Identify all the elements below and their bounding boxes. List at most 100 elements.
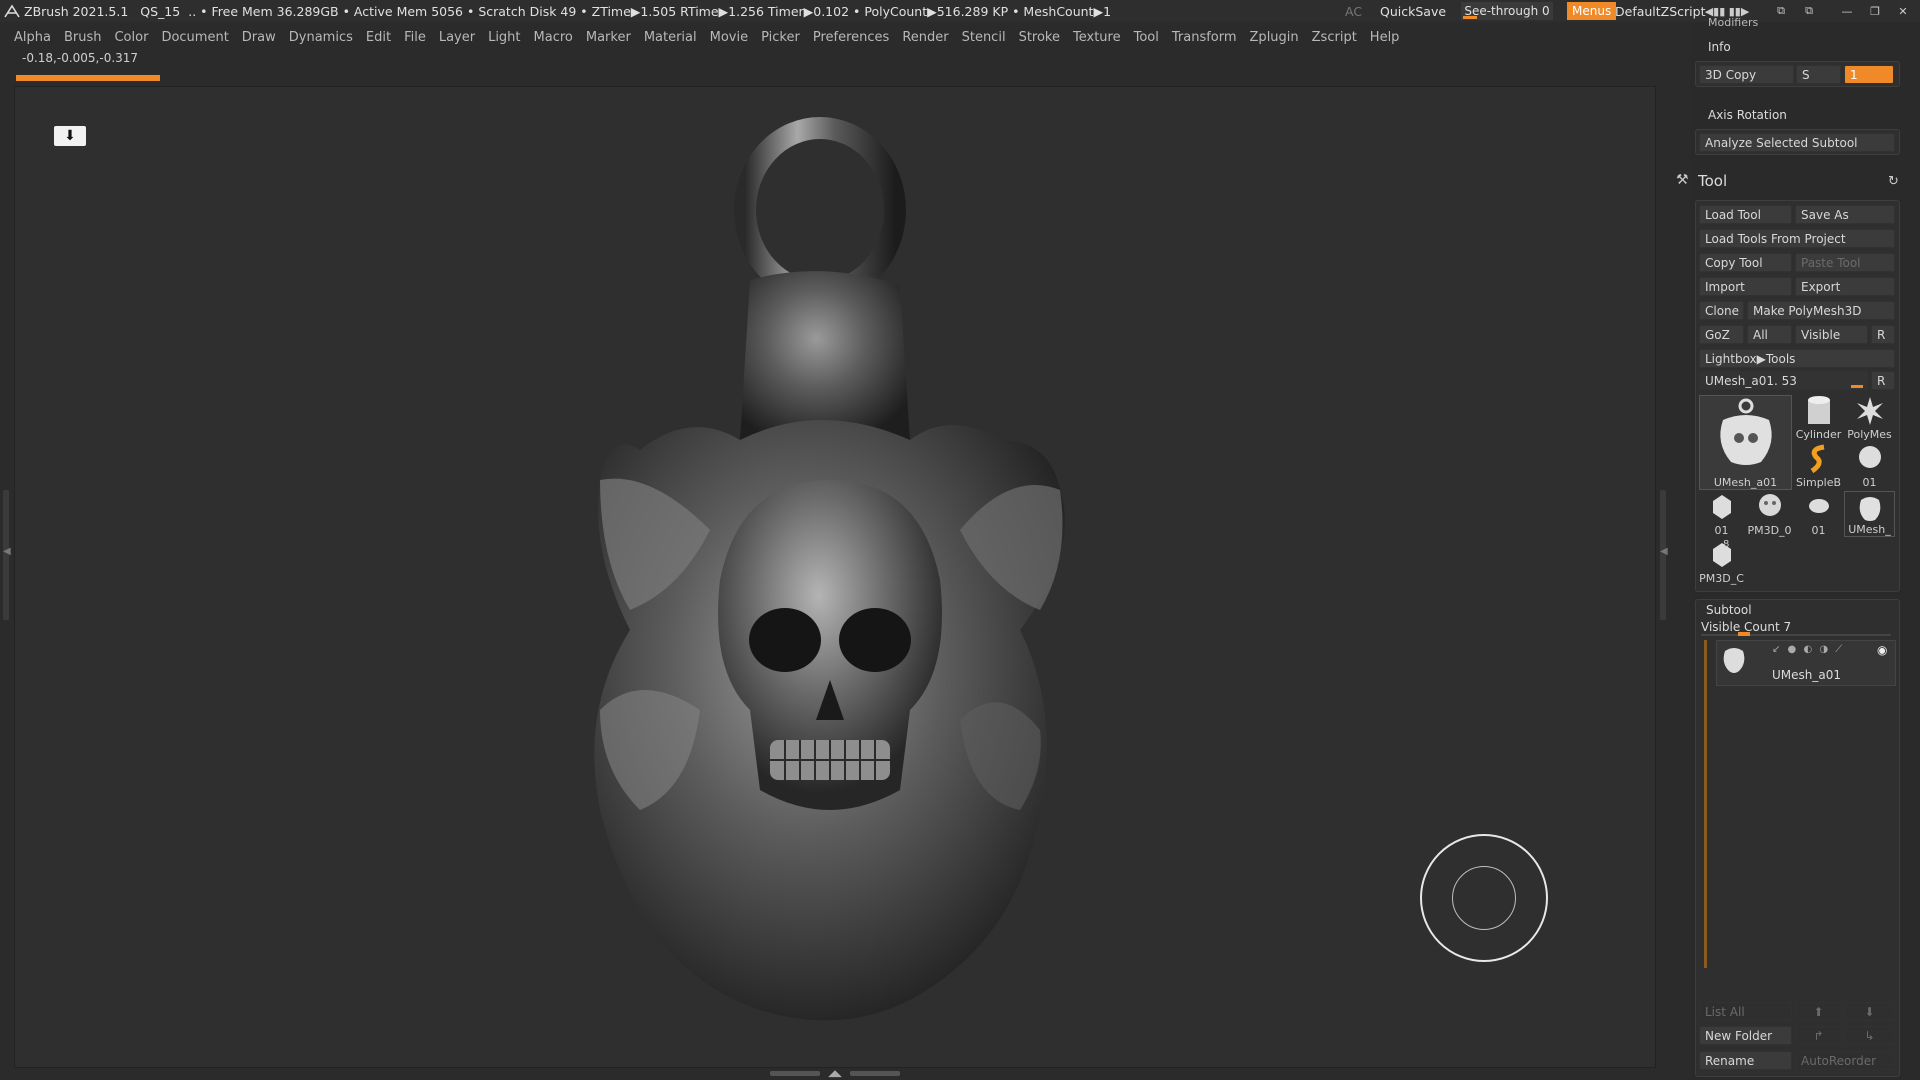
menu-edit[interactable]: Edit [366, 30, 391, 45]
eye-visibility-icon[interactable]: ◉ [1877, 643, 1887, 657]
paste-tool-button[interactable]: Paste Tool [1795, 253, 1895, 272]
new-folder-button[interactable]: New Folder [1699, 1026, 1792, 1045]
load-tools-project-button[interactable]: Load Tools From Project [1699, 229, 1895, 248]
bottom-tray-handle[interactable]: ◢◣ [770, 1069, 900, 1079]
navigation-ring[interactable] [1420, 834, 1548, 962]
menu-macro[interactable]: Macro [534, 30, 573, 45]
autoreorder-button[interactable]: AutoReorder [1795, 1051, 1895, 1070]
tool-palette-title[interactable]: Tool [1698, 172, 1727, 190]
menu-material[interactable]: Material [644, 30, 697, 45]
see-through-slider[interactable]: See-through 0 [1461, 2, 1553, 20]
refresh-icon[interactable]: ↻ [1888, 174, 1899, 189]
subtool-item[interactable]: ↙ ● ◐ ◑ ⟋ ◉ UMesh_a01 [1716, 640, 1896, 686]
restore-layout-icon[interactable]: ⧉ [1800, 3, 1818, 19]
default-zscript-button[interactable]: DefaultZScript [1615, 0, 1706, 22]
menu-dynamics[interactable]: Dynamics [289, 30, 353, 45]
make-polymesh-button[interactable]: Make PolyMesh3D [1747, 301, 1895, 320]
move-down-icon[interactable]: ⬇ [1844, 1002, 1895, 1021]
tool-palette: Load Tool Save As Load Tools From Projec… [1695, 200, 1900, 592]
menu-texture[interactable]: Texture [1073, 30, 1121, 45]
bottom-tray-arrow-icon[interactable]: ◢◣ [828, 1069, 842, 1079]
right-tray-arrow-icon[interactable]: ◀ [1660, 546, 1668, 557]
navigation-ring-inner[interactable] [1452, 866, 1516, 930]
quicksave-button[interactable]: QuickSave [1380, 0, 1446, 22]
tool-thumb-01c[interactable]: 01 [1795, 491, 1842, 537]
menu-alpha[interactable]: Alpha [14, 30, 51, 45]
s-slider-value[interactable]: 1 [1844, 65, 1894, 84]
menu-preferences[interactable]: Preferences [813, 30, 889, 45]
menu-tool[interactable]: Tool [1134, 30, 1159, 45]
import-button[interactable]: Import [1699, 277, 1792, 296]
menu-help[interactable]: Help [1370, 30, 1400, 45]
menu-marker[interactable]: Marker [586, 30, 631, 45]
tool-thumb-label: UMesh_ [1848, 523, 1891, 536]
tool-thumb-umesh[interactable]: UMesh_ [1844, 491, 1895, 537]
rename-button[interactable]: Rename [1699, 1051, 1792, 1070]
menu-picker[interactable]: Picker [761, 30, 800, 45]
maximize-icon[interactable]: ❐ [1866, 3, 1884, 19]
zbrush-window: ZBrush 2021.5.1 QS_15 .. • Free Mem 36.2… [0, 0, 1920, 1080]
goz-visible-button[interactable]: Visible [1795, 325, 1868, 344]
tool-thumb-pm3d0[interactable]: PM3D_0 [1747, 491, 1792, 537]
menu-brush[interactable]: Brush [64, 30, 102, 45]
left-tray-arrow-icon[interactable]: ◀ [3, 546, 11, 557]
tool-hammer-icon[interactable]: ⚒ [1676, 172, 1689, 188]
folder-in-icon[interactable]: ↳ [1844, 1026, 1895, 1045]
bottom-handle-line-left [770, 1071, 820, 1076]
tool-thumb-simplebrush[interactable]: SimpleB [1795, 443, 1842, 489]
goz-button[interactable]: GoZ [1699, 325, 1744, 344]
skull-pendant-model[interactable] [580, 110, 1100, 1030]
current-tool-slider[interactable]: UMesh_a01. 53 [1699, 371, 1868, 390]
minimize-icon[interactable]: — [1838, 3, 1856, 19]
info-label[interactable]: Info [1708, 40, 1731, 54]
analyze-subtool-button[interactable]: Analyze Selected Subtool [1699, 133, 1895, 152]
app-version: ZBrush 2021.5.1 [24, 3, 129, 19]
modifiers-label[interactable]: Modifiers [1708, 16, 1758, 29]
subtool-scrollbar[interactable] [1704, 640, 1707, 968]
s-slider-label[interactable]: S [1796, 65, 1841, 84]
menu-draw[interactable]: Draw [242, 30, 276, 45]
folder-out-icon[interactable]: ↱ [1795, 1026, 1842, 1045]
menu-zscript[interactable]: Zscript [1312, 30, 1357, 45]
tool-thumb-umesh-main[interactable]: UMesh_a01 [1699, 395, 1792, 490]
clone-button[interactable]: Clone [1699, 301, 1744, 320]
tool-thumb-01b[interactable]: 01 [1699, 491, 1744, 537]
menu-zplugin[interactable]: Zplugin [1250, 30, 1299, 45]
tool-thumb-cylinder[interactable]: Cylinder [1795, 395, 1842, 441]
subtool-title[interactable]: Subtool [1706, 603, 1752, 617]
bottom-handle-line-right [850, 1071, 900, 1076]
menu-movie[interactable]: Movie [710, 30, 748, 45]
menu-stencil[interactable]: Stencil [962, 30, 1006, 45]
menu-color[interactable]: Color [114, 30, 148, 45]
tool-thumb-pm3dc[interactable]: 8 PM3D_C [1699, 539, 1744, 585]
menu-stroke[interactable]: Stroke [1019, 30, 1060, 45]
close-icon[interactable]: ✕ [1894, 3, 1912, 19]
menu-file[interactable]: File [404, 30, 426, 45]
copy3d-button[interactable]: 3D Copy [1699, 65, 1794, 84]
document-name: QS_15 [140, 3, 181, 19]
subtool-flags-icons[interactable]: ↙ ● ◐ ◑ ⟋ [1772, 644, 1844, 655]
copy-tool-button[interactable]: Copy Tool [1699, 253, 1792, 272]
windows-icon[interactable]: ⧉ [1772, 3, 1790, 19]
load-tool-button[interactable]: Load Tool [1699, 205, 1792, 224]
export-button[interactable]: Export [1795, 277, 1895, 296]
menu-light[interactable]: Light [488, 30, 520, 45]
tool-thumb-label: Cylinder [1795, 428, 1842, 441]
gizmo-toggle-icon[interactable]: ⬇ [54, 126, 86, 146]
copy3d-group: 3D Copy S 1 [1695, 61, 1900, 87]
tool-thumb-01a[interactable]: 01 [1844, 443, 1895, 489]
save-as-button[interactable]: Save As [1795, 205, 1895, 224]
menu-render[interactable]: Render [902, 30, 948, 45]
goz-all-button[interactable]: All [1747, 325, 1792, 344]
goz-r-button[interactable]: R [1871, 325, 1895, 344]
menus-toggle[interactable]: Menus [1567, 2, 1617, 20]
tool-thumb-polymesh[interactable]: PolyMes [1844, 395, 1895, 441]
current-tool-r-button[interactable]: R [1871, 371, 1895, 390]
lightbox-tools-button[interactable]: Lightbox▶Tools [1699, 349, 1895, 368]
list-all-button[interactable]: List All [1699, 1002, 1792, 1021]
menu-document[interactable]: Document [161, 30, 228, 45]
axis-rotation-label[interactable]: Axis Rotation [1708, 108, 1787, 122]
menu-transform[interactable]: Transform [1172, 30, 1237, 45]
move-up-icon[interactable]: ⬆ [1795, 1002, 1842, 1021]
menu-layer[interactable]: Layer [439, 30, 475, 45]
